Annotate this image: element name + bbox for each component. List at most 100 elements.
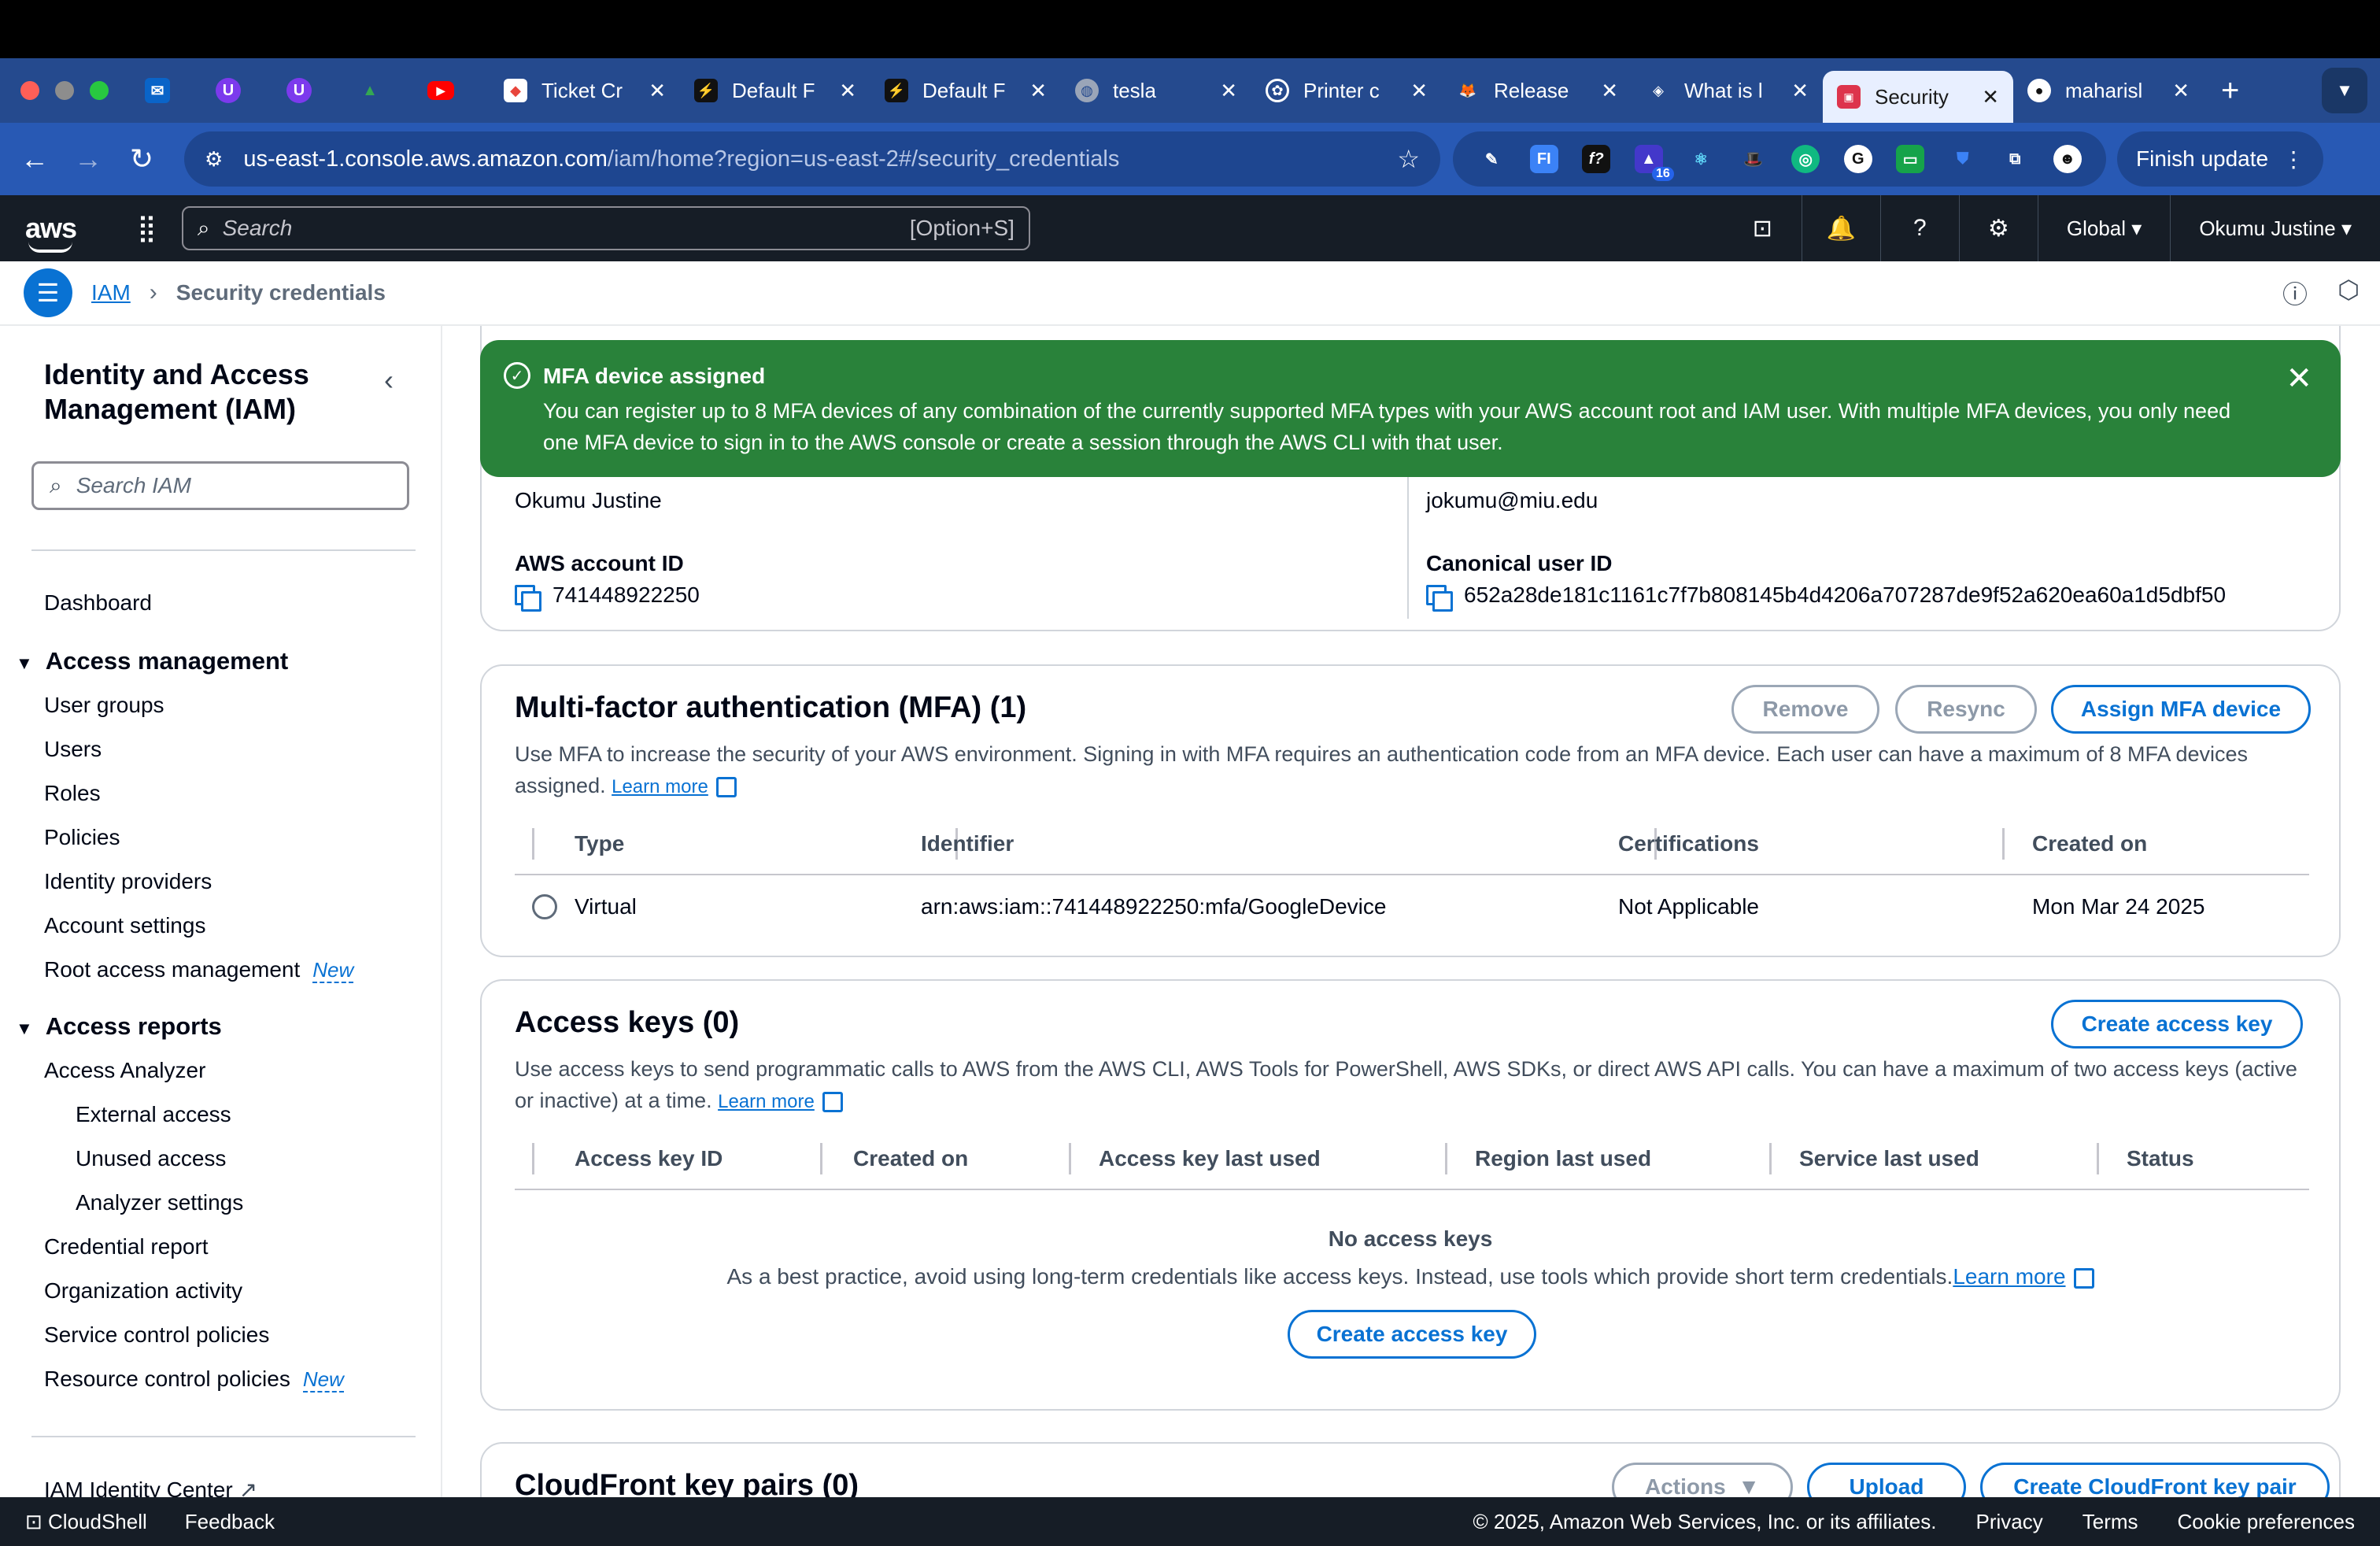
close-tab-icon[interactable]: ✕ — [1601, 79, 1618, 103]
minimize-window-button[interactable] — [55, 81, 74, 100]
hamburger-menu-icon[interactable]: ☰ — [24, 268, 72, 317]
sidebar-group-access-reports[interactable]: ▼ Access reports — [16, 1012, 222, 1041]
shield-extension-icon[interactable]: ⛊ — [1949, 145, 1977, 173]
g-extension-icon[interactable]: G — [1843, 145, 1872, 173]
tab-search-button[interactable]: ▼ — [2322, 68, 2367, 113]
close-tab-icon[interactable]: ✕ — [1982, 85, 1999, 109]
cookie-preferences-link[interactable]: Cookie preferences — [2178, 1510, 2355, 1534]
sidebar-item-policies[interactable]: Policies — [44, 825, 120, 850]
pinned-tab-u2[interactable]: U — [277, 68, 321, 113]
collapse-sidebar-icon[interactable]: ‹ — [384, 364, 394, 397]
aws-logo[interactable]: aws — [25, 212, 82, 253]
close-window-button[interactable] — [20, 81, 39, 100]
actions-dropdown[interactable]: Actions ▼ — [1612, 1463, 1793, 1497]
browser-tab[interactable]: ◆ Ticket Cr ✕ — [490, 65, 680, 117]
browser-tab[interactable]: ⚡ Default F ✕ — [680, 65, 870, 117]
breadcrumb-iam-link[interactable]: IAM — [91, 280, 131, 305]
hexagon-settings-icon[interactable]: ⬡ — [2338, 275, 2360, 311]
resync-mfa-button[interactable]: Resync — [1895, 685, 2037, 734]
mfa-row-radio[interactable] — [532, 894, 557, 919]
sidebar-item-account-settings[interactable]: Account settings — [44, 913, 205, 938]
close-tab-icon[interactable]: ✕ — [1220, 79, 1237, 103]
sidebar-item-user-groups[interactable]: User groups — [44, 693, 164, 718]
profile-avatar[interactable]: ☻ — [2053, 145, 2082, 173]
remove-mfa-button[interactable]: Remove — [1731, 685, 1879, 734]
sidebar-group-access-management[interactable]: ▼ Access management — [16, 647, 288, 675]
finish-update-button[interactable]: Finish update ⋮ — [2117, 131, 2324, 187]
assign-mfa-device-button[interactable]: Assign MFA device — [2051, 685, 2311, 734]
back-button[interactable]: ← — [8, 142, 61, 176]
cloudshell-icon[interactable]: ⊡ — [1724, 195, 1802, 261]
new-tab-button[interactable]: + — [2221, 73, 2239, 109]
notifications-bell-icon[interactable]: 🔔 — [1802, 195, 1881, 261]
forward-button[interactable]: → — [61, 142, 115, 176]
pinned-tab-drive[interactable]: ▲ — [348, 68, 392, 113]
dismiss-flash-close-icon[interactable]: ✕ — [2286, 361, 2312, 397]
sidebar-item-resource-control-policies[interactable]: Resource control policies New — [44, 1367, 344, 1393]
hat-extension-icon[interactable]: 🎩 — [1739, 145, 1768, 173]
close-tab-icon[interactable]: ✕ — [839, 79, 856, 103]
sidebar-item-root-access[interactable]: Root access management New — [44, 957, 354, 983]
pinned-tab-youtube[interactable]: ▶ — [419, 68, 463, 113]
mfa-learn-more-link[interactable]: Learn more — [612, 776, 708, 797]
bookmark-star-icon[interactable]: ☆ — [1397, 144, 1420, 174]
pinned-tab-u1[interactable]: U — [206, 68, 250, 113]
sidebar-item-identity-providers[interactable]: Identity providers — [44, 869, 212, 894]
close-tab-icon[interactable]: ✕ — [1410, 79, 1428, 103]
browser-tab[interactable]: ◍ tesla ✕ — [1061, 65, 1251, 117]
browser-tab[interactable]: ⚡ Default F ✕ — [870, 65, 1061, 117]
sidebar-search-input[interactable]: ⌕ Search IAM — [31, 461, 409, 510]
sidebar-item-access-analyzer[interactable]: Access Analyzer — [44, 1058, 205, 1083]
sidebar-item-roles[interactable]: Roles — [44, 781, 101, 806]
empty-create-access-key-button[interactable]: Create access key — [1288, 1310, 1536, 1359]
copy-icon[interactable] — [1426, 584, 1453, 612]
sidebar-item-credential-report[interactable]: Credential report — [44, 1234, 209, 1259]
close-tab-icon[interactable]: ✕ — [1791, 79, 1809, 103]
region-selector[interactable]: Global ▾ — [2038, 195, 2171, 261]
close-tab-icon[interactable]: ✕ — [2172, 79, 2190, 103]
access-keys-learn-more-link[interactable]: Learn more — [718, 1091, 815, 1112]
react-extension-icon[interactable]: ⚛ — [1687, 145, 1715, 173]
sidebar-item-dashboard[interactable]: Dashboard — [44, 590, 152, 616]
fx-extension-icon[interactable]: f? — [1582, 145, 1611, 173]
pinned-tab-outlook[interactable]: ✉ — [135, 68, 179, 113]
terms-link[interactable]: Terms — [2082, 1510, 2138, 1534]
sidebar-item-organization-activity[interactable]: Organization activity — [44, 1278, 242, 1304]
browser-tab[interactable]: 🦊 Release ✕ — [1442, 65, 1632, 117]
browser-tab[interactable]: ● maharisl ✕ — [2013, 65, 2204, 117]
copy-icon[interactable] — [515, 584, 541, 612]
maximize-window-button[interactable] — [90, 81, 109, 100]
create-cloudfront-key-pair-button[interactable]: Create CloudFront key pair — [1980, 1463, 2330, 1497]
account-menu[interactable]: Okumu Justine ▾ — [2171, 195, 2380, 261]
puzzle-extensions-icon[interactable]: ⧉ — [2001, 145, 2029, 173]
kebab-menu-icon[interactable]: ⋮ — [2282, 146, 2304, 172]
help-icon[interactable]: ? — [1881, 195, 1960, 261]
aws-search-input[interactable]: ⌕ Search [Option+S] — [181, 206, 1030, 250]
sidebar-item-identity-center[interactable]: IAM Identity Center ↗ — [44, 1477, 257, 1497]
target-extension-icon[interactable]: ◎ — [1791, 145, 1820, 173]
site-info-icon[interactable]: ⚙ — [205, 147, 223, 172]
sidebar-item-analyzer-settings[interactable]: Analyzer settings — [76, 1190, 243, 1215]
close-tab-icon[interactable]: ✕ — [649, 79, 666, 103]
privacy-link[interactable]: Privacy — [1976, 1510, 2043, 1534]
reload-button[interactable]: ↻ — [115, 142, 168, 176]
upload-button[interactable]: Upload — [1807, 1463, 1966, 1497]
services-grid-icon[interactable]: ⣿ — [137, 213, 157, 244]
badge-extension-icon[interactable]: ▲ 16 — [1634, 145, 1674, 181]
screen-extension-icon[interactable]: ▭ — [1896, 145, 1925, 173]
empty-learn-more-link[interactable]: Learn more — [1953, 1264, 2065, 1289]
sidebar-item-service-control-policies[interactable]: Service control policies — [44, 1322, 269, 1348]
info-icon[interactable]: ⓘ — [2282, 275, 2308, 311]
feedback-link[interactable]: Feedback — [185, 1510, 275, 1534]
sidebar-item-unused-access[interactable]: Unused access — [76, 1146, 226, 1171]
cloudshell-footer-button[interactable]: ⊡ CloudShell — [25, 1510, 147, 1534]
create-access-key-button[interactable]: Create access key — [2051, 1000, 2303, 1049]
browser-tab[interactable]: ◈ What is l ✕ — [1632, 65, 1823, 117]
fi-extension-icon[interactable]: FI — [1529, 145, 1558, 173]
settings-gear-icon[interactable]: ⚙ — [1960, 195, 2038, 261]
browser-tab[interactable]: ✿ Printer c ✕ — [1251, 65, 1442, 117]
close-tab-icon[interactable]: ✕ — [1029, 79, 1047, 103]
sidebar-item-users[interactable]: Users — [44, 737, 102, 762]
address-bar[interactable]: ⚙ us-east-1.console.aws.amazon.com/iam/h… — [184, 131, 1440, 187]
sidebar-item-external-access[interactable]: External access — [76, 1102, 231, 1127]
